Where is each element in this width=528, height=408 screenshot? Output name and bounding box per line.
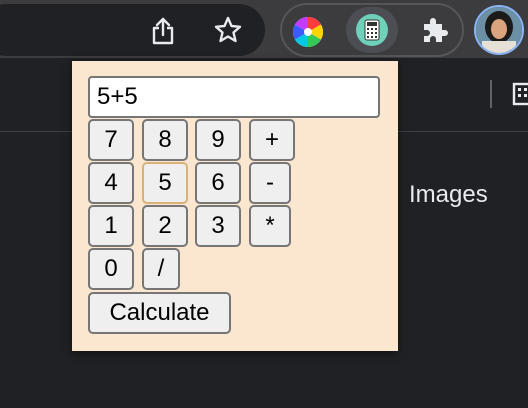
key-multiply[interactable]: * [249, 205, 291, 247]
key-2[interactable]: 2 [142, 205, 188, 247]
key-9[interactable]: 9 [195, 119, 241, 161]
apps-grid-icon[interactable] [510, 80, 528, 108]
key-4[interactable]: 4 [88, 162, 134, 204]
toolbar-separator [490, 80, 492, 108]
star-icon[interactable] [210, 12, 246, 48]
calculate-button[interactable]: Calculate [88, 292, 231, 334]
puzzle-icon[interactable] [416, 12, 452, 48]
browser-toolbar [0, 0, 528, 58]
key-7[interactable]: 7 [88, 119, 134, 161]
expression-input[interactable] [88, 76, 380, 118]
images-link[interactable]: Images [409, 181, 488, 209]
key-1[interactable]: 1 [88, 205, 134, 247]
key-minus[interactable]: - [249, 162, 291, 204]
calculator-popup: 7 8 9 + 4 5 6 - 1 2 3 * 0 / Calculate [72, 61, 398, 351]
profile-avatar[interactable] [474, 5, 524, 55]
color-wheel-extension-icon[interactable] [290, 14, 326, 50]
key-0[interactable]: 0 [88, 248, 134, 290]
share-icon[interactable] [148, 14, 178, 48]
key-5[interactable]: 5 [142, 162, 188, 204]
key-3[interactable]: 3 [195, 205, 241, 247]
key-divide[interactable]: / [142, 248, 180, 290]
calculator-extension-icon[interactable] [350, 9, 394, 51]
key-8[interactable]: 8 [142, 119, 188, 161]
key-6[interactable]: 6 [195, 162, 241, 204]
key-plus[interactable]: + [249, 119, 295, 161]
